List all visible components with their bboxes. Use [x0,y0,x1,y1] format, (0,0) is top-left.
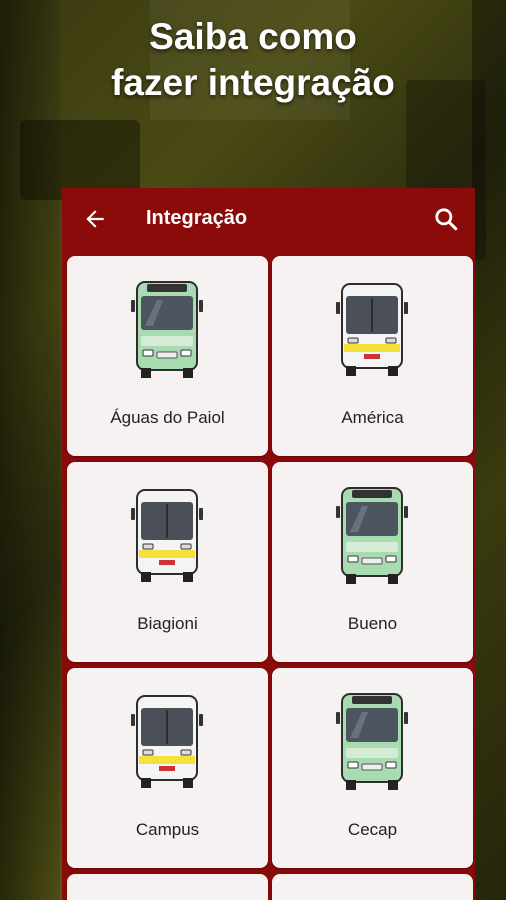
integration-card-label: Bueno [347,614,398,633]
integration-card-partial[interactable] [272,874,473,900]
integration-card-partial[interactable] [67,874,268,900]
bus-icon [336,487,408,584]
bus-icon [336,283,408,376]
bus-icon [131,489,203,582]
bus-icon [336,693,408,790]
integration-card-label: Biagioni [137,614,198,633]
headline-line-2: fazer integração [111,62,395,103]
integration-card[interactable]: Biagioni [67,462,268,662]
integration-card-label: Campus [135,820,200,839]
headline-line-1: Saiba como [149,16,357,57]
search-icon[interactable] [433,206,459,232]
integration-card-label: Cecap [347,820,398,839]
app-bar: Integração [62,188,475,250]
integration-card[interactable]: Águas do Paiol [67,256,268,456]
arrow-left-icon[interactable] [82,206,108,232]
integration-card[interactable]: América [272,256,473,456]
integration-card-label: Águas do Paiol [110,408,225,427]
app-screen: Integração Águas do Paiol América Biagio… [62,188,475,900]
integration-card[interactable]: Campus [67,668,268,868]
app-bar-title: Integração [146,207,248,229]
bus-icon [131,281,203,378]
promo-headline: Saiba como fazer integração [0,14,506,106]
integration-grid: Águas do Paiol América Biagioni Bueno Ca… [67,256,473,900]
integration-card-label: América [341,408,404,427]
integration-card[interactable]: Bueno [272,462,473,662]
integration-card[interactable]: Cecap [272,668,473,868]
bus-icon [131,695,203,788]
